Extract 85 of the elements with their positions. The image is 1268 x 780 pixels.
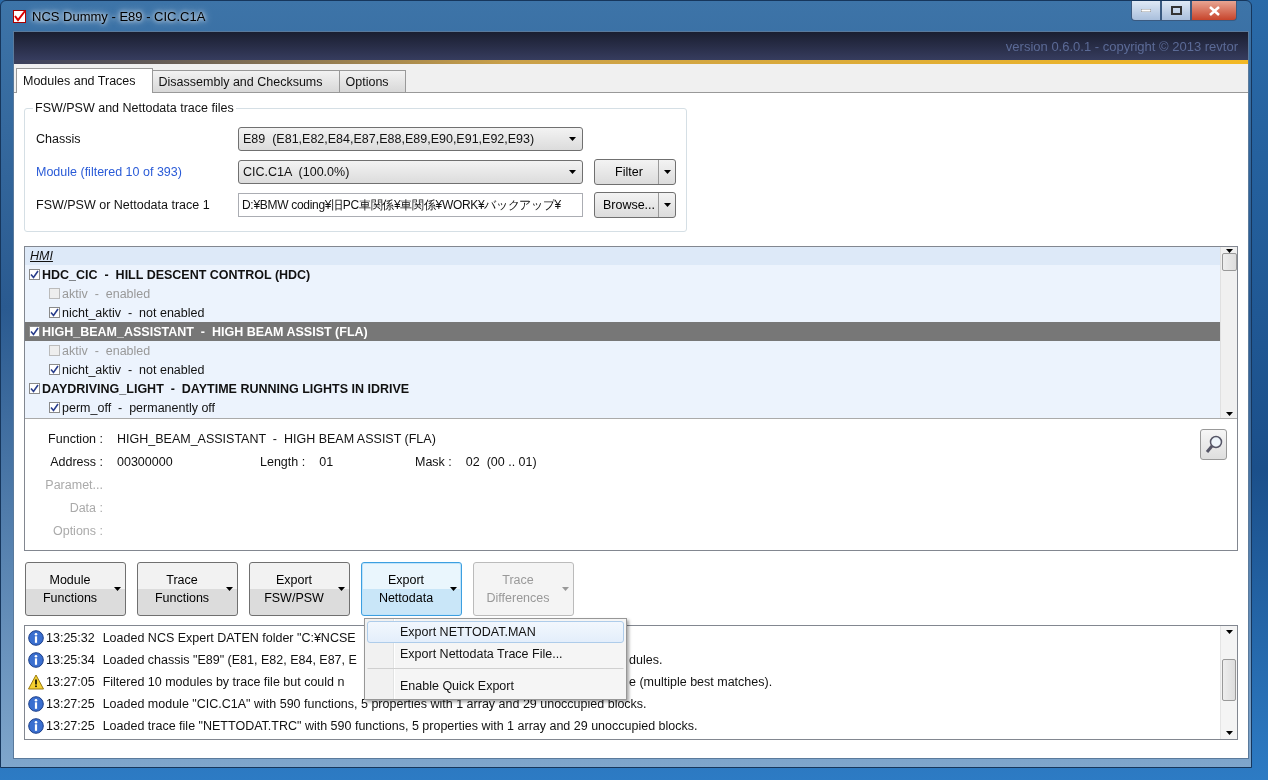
- group-header: HMI: [25, 247, 1220, 265]
- minimize-button[interactable]: [1131, 1, 1161, 21]
- caret-icon: [663, 170, 671, 174]
- log-time: 13:27:25: [46, 719, 95, 733]
- field-label: FSW/PSW or Nettodata trace 1: [36, 198, 211, 212]
- detail-label: Options :: [51, 523, 103, 538]
- log-message: dules.: [629, 653, 663, 667]
- checkbox[interactable]: [49, 307, 60, 318]
- minimize-icon: [1141, 9, 1151, 12]
- info-icon: [28, 696, 44, 712]
- tab[interactable]: Options: [338, 70, 406, 92]
- log-message: Loaded NCS Expert DATEN folder "C:¥NCSE: [102, 631, 356, 645]
- caret-icon: [226, 587, 233, 591]
- maximize-icon: [1170, 6, 1182, 15]
- info-icon: [28, 718, 44, 734]
- caret-icon: [338, 587, 345, 591]
- search-button[interactable]: [1200, 429, 1227, 460]
- caret-icon: [569, 170, 576, 174]
- scroll-thumb[interactable]: [1222, 659, 1236, 701]
- checkbox[interactable]: [29, 383, 40, 394]
- search-icon: [1204, 434, 1223, 455]
- checkbox[interactable]: [29, 326, 40, 337]
- detail-label: Data :: [68, 500, 103, 515]
- log-time: 13:25:34: [46, 653, 95, 667]
- checkbox[interactable]: [29, 269, 40, 280]
- scroll-down-icon: [1225, 412, 1233, 416]
- log-message: e (multiple best matches).: [629, 675, 773, 689]
- action-button[interactable]: Export Nettodata: [361, 562, 462, 616]
- caret-icon: [450, 587, 457, 591]
- log-message: Loaded trace file "NETTODAT.TRC" with 590 functions, 5 properties with 1 array and 29 unoccupied blocks.: [102, 719, 698, 733]
- filter-button[interactable]: Filter: [594, 159, 676, 185]
- scroll-thumb[interactable]: [1221, 253, 1237, 271]
- scrollbar[interactable]: [1220, 247, 1237, 418]
- caret-icon: [663, 203, 671, 207]
- version-text: version 0.6.0.1 - copyright © 2013 revtor: [1005, 38, 1238, 54]
- tree-option[interactable]: nicht_aktiv - not enabled: [25, 360, 1220, 379]
- tree-option[interactable]: nicht_aktiv - not enabled: [25, 303, 1220, 322]
- action-button[interactable]: Trace Functions: [137, 562, 238, 616]
- scroll-down-icon: [1225, 731, 1233, 735]
- checkbox[interactable]: [49, 364, 60, 375]
- info-icon: [28, 630, 44, 646]
- log-message: Loaded chassis "E89" (E81, E82, E84, E87, E: [102, 653, 357, 667]
- menu-item[interactable]: Enable Quick Export: [367, 668, 624, 697]
- detail-value: 00300000: [117, 454, 173, 469]
- detail-label: Mask :: [415, 454, 452, 469]
- dropdown[interactable]: E89 (E81,E82,E84,E87,E88,E89,E90,E91,E92,E93): [238, 127, 583, 151]
- warning-icon: [28, 674, 44, 690]
- detail-value: 02 (00 .. 01): [465, 454, 537, 469]
- browse-button[interactable]: Browse...: [594, 192, 676, 218]
- caret-icon: [114, 587, 121, 591]
- caret-icon: [569, 137, 576, 141]
- log-time: 13:25:32: [46, 631, 95, 645]
- tree-item[interactable]: DAYDRIVING_LIGHT - DAYTIME RUNNING LIGHTS IN IDRIVE: [25, 379, 1220, 398]
- menu-item[interactable]: Export Nettodata Trace File...: [367, 643, 624, 665]
- checkbox-app-icon: [13, 9, 26, 23]
- info-icon: [28, 652, 44, 668]
- detail-label: Paramet...: [44, 477, 103, 492]
- close-icon: [1208, 5, 1220, 16]
- tree-item[interactable]: HDC_CIC - HILL DESCENT CONTROL (HDC): [25, 265, 1220, 284]
- detail-value: 01: [319, 454, 334, 469]
- detail-value: HIGH_BEAM_ASSISTANT - HIGH BEAM ASSIST (FLA): [117, 431, 436, 446]
- close-button[interactable]: [1191, 1, 1237, 21]
- detail-label: Address :: [49, 454, 103, 469]
- action-button[interactable]: Module Functions: [25, 562, 126, 616]
- tab[interactable]: Disassembly and Checksums: [151, 70, 340, 92]
- dropdown[interactable]: CIC.C1A (100.0%): [238, 160, 583, 184]
- log-time: 13:27:05: [46, 675, 95, 689]
- tree-item[interactable]: HIGH_BEAM_ASSISTANT - HIGH BEAM ASSIST (FLA): [25, 322, 1220, 341]
- action-button[interactable]: Export FSW/PSW: [249, 562, 350, 616]
- detail-label: Length :: [260, 454, 306, 469]
- group-title: FSW/PSW and Nettodata trace files: [34, 101, 235, 115]
- caret-icon: [562, 587, 569, 591]
- log-time: 13:27:25: [46, 697, 95, 711]
- scrollbar[interactable]: [1220, 626, 1237, 739]
- maximize-button[interactable]: [1161, 1, 1191, 21]
- checkbox[interactable]: [49, 402, 60, 413]
- tree-option[interactable]: perm_off - permanently off: [25, 398, 1220, 417]
- menu-item[interactable]: Export NETTODAT.MAN: [367, 621, 624, 643]
- field-label: Chassis: [36, 132, 82, 146]
- detail-label: Function :: [47, 431, 103, 446]
- module-link[interactable]: Module (filtered 10 of 393): [36, 165, 238, 179]
- log-message: Filtered 10 modules by trace file but could n: [102, 675, 345, 689]
- window-title: NCS Dummy - E89 - CIC.C1A: [32, 8, 206, 24]
- tab[interactable]: Modules and Traces: [16, 68, 153, 93]
- path-field[interactable]: D:¥BMW coding¥旧PC車関係¥車関係¥WORK¥バックアップ¥: [238, 193, 583, 217]
